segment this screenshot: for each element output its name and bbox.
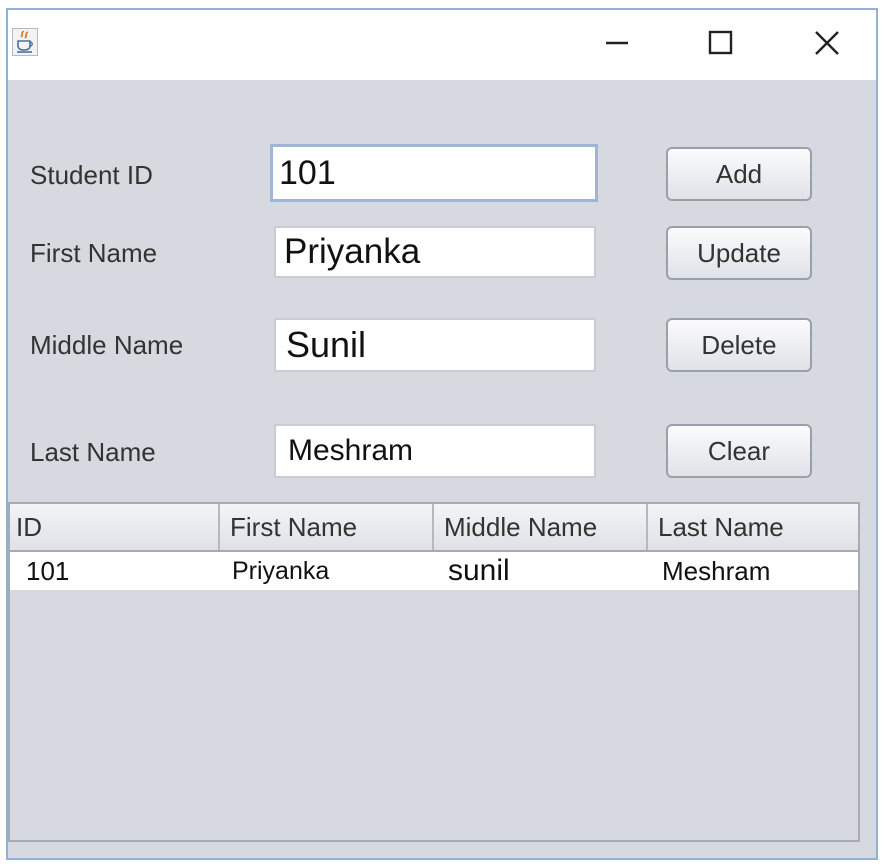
add-button[interactable]: Add: [666, 147, 812, 201]
middle-name-field[interactable]: [274, 318, 596, 372]
title-bar[interactable]: [8, 10, 876, 80]
java-cup-icon[interactable]: [12, 28, 38, 56]
student-table[interactable]: ID First Name Middle Name Last Name 101 …: [8, 502, 860, 842]
table-cell-first-name[interactable]: Priyanka: [220, 552, 434, 590]
last-name-label: Last Name: [30, 437, 156, 467]
column-header-first-name[interactable]: First Name: [220, 504, 434, 550]
table-cell-last-name[interactable]: Meshram: [648, 552, 858, 590]
maximize-icon: [708, 30, 733, 55]
column-header-middle-name[interactable]: Middle Name: [434, 504, 648, 550]
last-name-input[interactable]: [288, 434, 594, 468]
delete-button[interactable]: Delete: [666, 318, 812, 372]
last-name-field[interactable]: [274, 424, 596, 478]
update-button[interactable]: Update: [666, 226, 812, 280]
table-cell-middle-name[interactable]: sunil: [434, 552, 648, 590]
maximize-button[interactable]: [692, 20, 750, 66]
first-name-label: First Name: [30, 238, 158, 268]
first-name-field[interactable]: [274, 226, 596, 278]
column-header-id[interactable]: ID: [10, 504, 220, 550]
student-id-field[interactable]: [270, 144, 598, 202]
student-id-input[interactable]: [279, 153, 595, 193]
close-button[interactable]: [798, 20, 856, 66]
student-id-label: Student ID: [30, 160, 153, 190]
minimize-button[interactable]: [588, 20, 646, 66]
table-cell-id[interactable]: 101: [10, 552, 220, 590]
column-header-last-name[interactable]: Last Name: [648, 504, 858, 550]
middle-name-label: Middle Name: [30, 330, 184, 360]
table-header: ID First Name Middle Name Last Name: [10, 504, 858, 552]
app-window: Student ID Add First Name Update Middle …: [6, 8, 878, 860]
clear-button[interactable]: Clear: [666, 424, 812, 478]
minimize-icon: [606, 41, 628, 45]
middle-name-input[interactable]: [286, 324, 594, 366]
table-row[interactable]: 101 Priyanka sunil Meshram: [10, 552, 858, 590]
close-icon: [815, 31, 839, 55]
first-name-input[interactable]: [284, 232, 594, 272]
